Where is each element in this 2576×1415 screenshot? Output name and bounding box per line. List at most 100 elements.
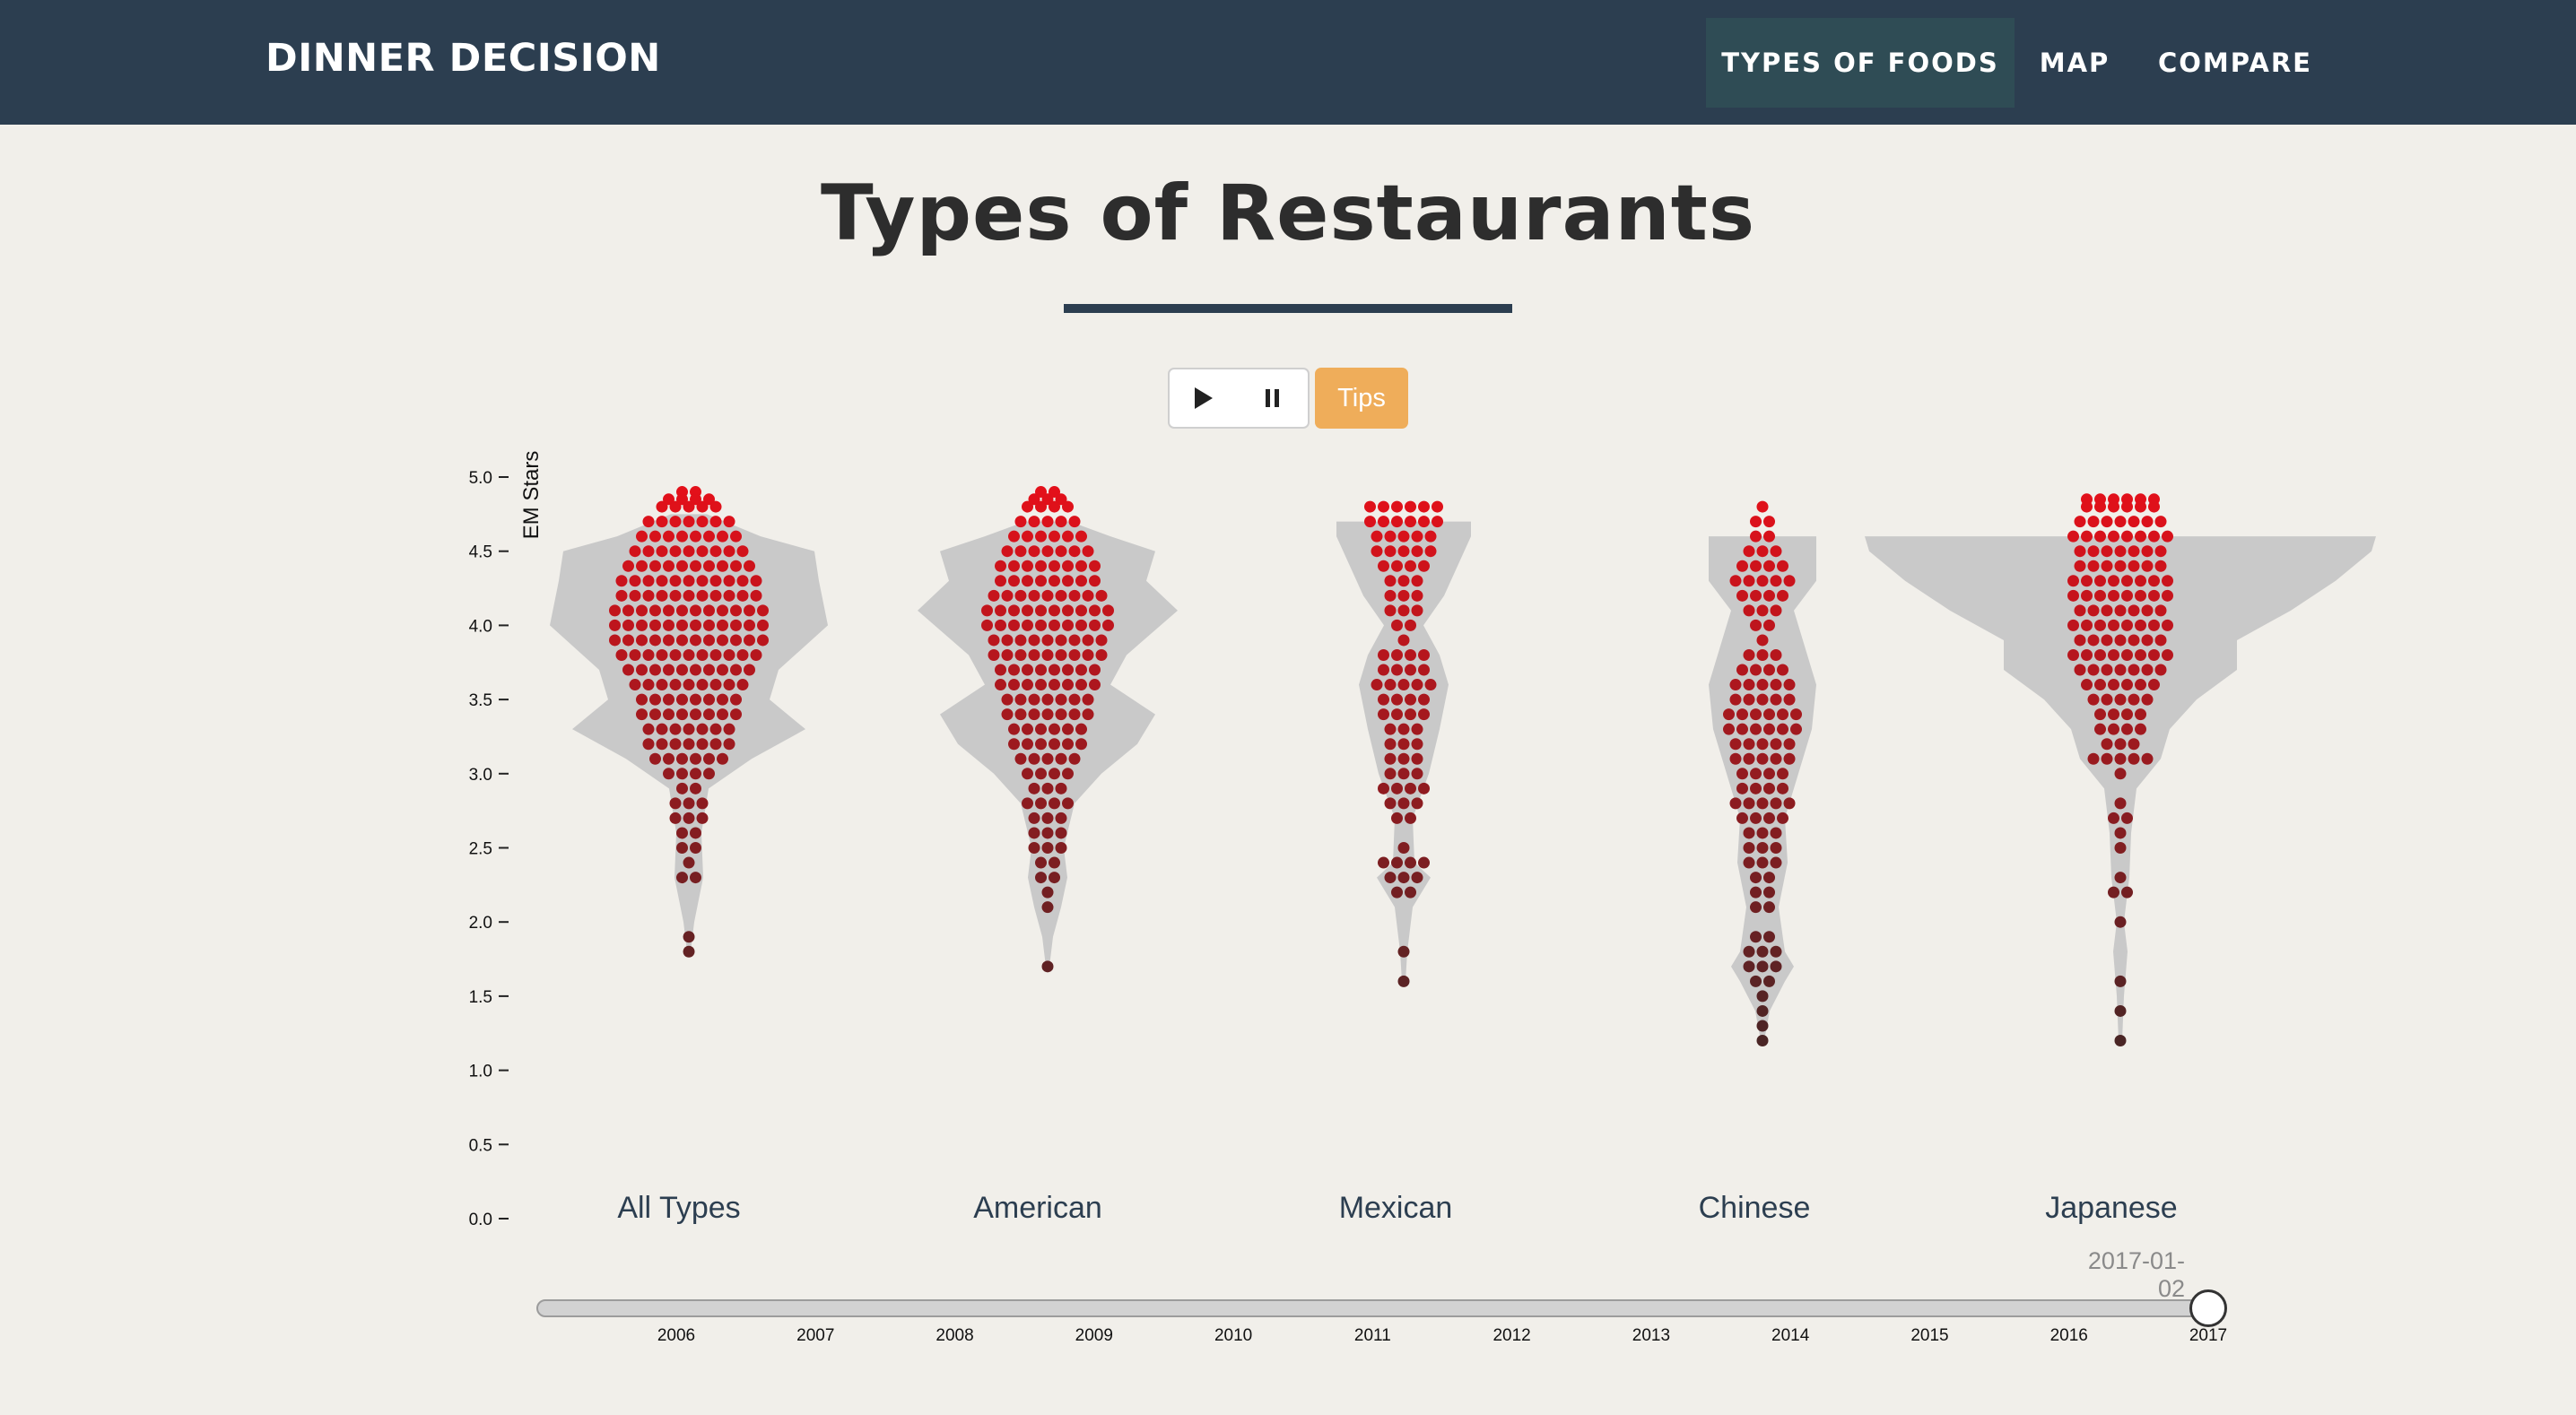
restaurant-dot[interactable]	[1391, 856, 1403, 869]
restaurant-dot[interactable]	[1008, 738, 1020, 751]
restaurant-dot[interactable]	[622, 634, 634, 647]
restaurant-dot[interactable]	[1049, 530, 1060, 543]
restaurant-dot[interactable]	[2121, 648, 2133, 661]
restaurant-dot[interactable]	[1405, 693, 1416, 706]
restaurant-dot[interactable]	[750, 575, 762, 587]
restaurant-dot[interactable]	[690, 768, 701, 780]
restaurant-dot[interactable]	[1022, 679, 1033, 691]
restaurant-dot[interactable]	[2114, 872, 2127, 884]
restaurant-dot[interactable]	[2087, 516, 2100, 528]
restaurant-dot[interactable]	[2114, 752, 2127, 765]
restaurant-dot[interactable]	[2154, 604, 2167, 617]
restaurant-dot[interactable]	[1405, 708, 1416, 721]
restaurant-dot[interactable]	[1041, 634, 1054, 647]
restaurant-dot[interactable]	[690, 827, 701, 839]
restaurant-dot[interactable]	[649, 664, 661, 676]
restaurant-dot[interactable]	[730, 708, 742, 721]
restaurant-dot[interactable]	[1022, 560, 1033, 572]
restaurant-dot[interactable]	[1736, 589, 1748, 602]
restaurant-dot[interactable]	[1418, 693, 1430, 706]
restaurant-dot[interactable]	[2128, 738, 2140, 751]
restaurant-dot[interactable]	[1777, 723, 1788, 735]
restaurant-dot[interactable]	[709, 575, 722, 587]
restaurant-dot[interactable]	[2108, 812, 2119, 824]
restaurant-dot[interactable]	[1378, 708, 1389, 721]
restaurant-dot[interactable]	[2148, 500, 2160, 513]
timeline-slider-handle[interactable]	[2189, 1289, 2227, 1327]
restaurant-dot[interactable]	[1391, 648, 1403, 661]
restaurant-dot[interactable]	[1022, 723, 1033, 735]
restaurant-dot[interactable]	[1729, 575, 1742, 587]
restaurant-dot[interactable]	[2114, 693, 2127, 706]
restaurant-dot[interactable]	[1777, 560, 1788, 572]
restaurant-dot[interactable]	[1022, 738, 1033, 751]
restaurant-dot[interactable]	[1378, 856, 1389, 869]
restaurant-dot[interactable]	[649, 693, 661, 706]
restaurant-dot[interactable]	[1763, 589, 1775, 602]
restaurant-dot[interactable]	[1102, 619, 1114, 631]
restaurant-dot[interactable]	[2114, 604, 2127, 617]
restaurant-dot[interactable]	[1756, 827, 1769, 839]
restaurant-dot[interactable]	[1770, 797, 1782, 810]
restaurant-dot[interactable]	[2101, 604, 2113, 617]
restaurant-dot[interactable]	[1770, 693, 1782, 706]
restaurant-dot[interactable]	[2154, 664, 2167, 676]
restaurant-dot[interactable]	[1095, 634, 1108, 647]
restaurant-dot[interactable]	[1028, 812, 1040, 824]
restaurant-dot[interactable]	[1391, 782, 1403, 794]
restaurant-dot[interactable]	[669, 679, 682, 691]
restaurant-dot[interactable]	[2141, 604, 2154, 617]
restaurant-dot[interactable]	[757, 634, 769, 647]
restaurant-dot[interactable]	[2094, 575, 2106, 587]
restaurant-dot[interactable]	[629, 545, 641, 558]
restaurant-dot[interactable]	[1075, 619, 1087, 631]
restaurant-dot[interactable]	[2148, 575, 2160, 587]
restaurant-dot[interactable]	[676, 560, 688, 572]
restaurant-dot[interactable]	[1756, 960, 1769, 973]
restaurant-dot[interactable]	[663, 619, 674, 631]
restaurant-dot[interactable]	[1075, 679, 1087, 691]
restaurant-dot[interactable]	[736, 575, 749, 587]
restaurant-dot[interactable]	[1035, 738, 1047, 751]
restaurant-dot[interactable]	[2121, 500, 2133, 513]
restaurant-dot[interactable]	[1075, 560, 1087, 572]
restaurant-dot[interactable]	[669, 545, 682, 558]
restaurant-dot[interactable]	[1068, 589, 1081, 602]
restaurant-dot[interactable]	[736, 648, 749, 661]
restaurant-dot[interactable]	[2081, 500, 2093, 513]
restaurant-dot[interactable]	[676, 872, 688, 884]
restaurant-dot[interactable]	[1763, 931, 1775, 943]
restaurant-dot[interactable]	[656, 738, 668, 751]
restaurant-dot[interactable]	[2087, 634, 2100, 647]
restaurant-dot[interactable]	[1022, 575, 1033, 587]
restaurant-dot[interactable]	[1763, 975, 1775, 987]
restaurant-dot[interactable]	[642, 738, 655, 751]
restaurant-dot[interactable]	[1411, 679, 1423, 691]
restaurant-dot[interactable]	[1001, 634, 1014, 647]
restaurant-dot[interactable]	[730, 634, 742, 647]
restaurant-dot[interactable]	[642, 589, 655, 602]
restaurant-dot[interactable]	[1750, 872, 1762, 884]
restaurant-dot[interactable]	[1371, 679, 1383, 691]
restaurant-dot[interactable]	[1763, 560, 1775, 572]
restaurant-dot[interactable]	[2094, 589, 2106, 602]
restaurant-dot[interactable]	[1041, 827, 1054, 839]
restaurant-dot[interactable]	[1001, 545, 1014, 558]
restaurant-dot[interactable]	[1750, 516, 1762, 528]
restaurant-dot[interactable]	[1049, 664, 1060, 676]
restaurant-dot[interactable]	[649, 634, 661, 647]
restaurant-dot[interactable]	[703, 530, 715, 543]
restaurant-dot[interactable]	[723, 545, 735, 558]
restaurant-dot[interactable]	[2094, 723, 2106, 735]
restaurant-dot[interactable]	[2162, 530, 2173, 543]
restaurant-dot[interactable]	[1756, 500, 1769, 513]
restaurant-dot[interactable]	[1397, 738, 1410, 751]
restaurant-dot[interactable]	[1405, 500, 1416, 513]
restaurant-dot[interactable]	[988, 589, 1000, 602]
restaurant-dot[interactable]	[1391, 886, 1403, 898]
restaurant-dot[interactable]	[615, 575, 628, 587]
restaurant-dot[interactable]	[1777, 812, 1788, 824]
restaurant-dot[interactable]	[663, 604, 674, 617]
restaurant-dot[interactable]	[1055, 842, 1067, 854]
restaurant-dot[interactable]	[1008, 575, 1020, 587]
